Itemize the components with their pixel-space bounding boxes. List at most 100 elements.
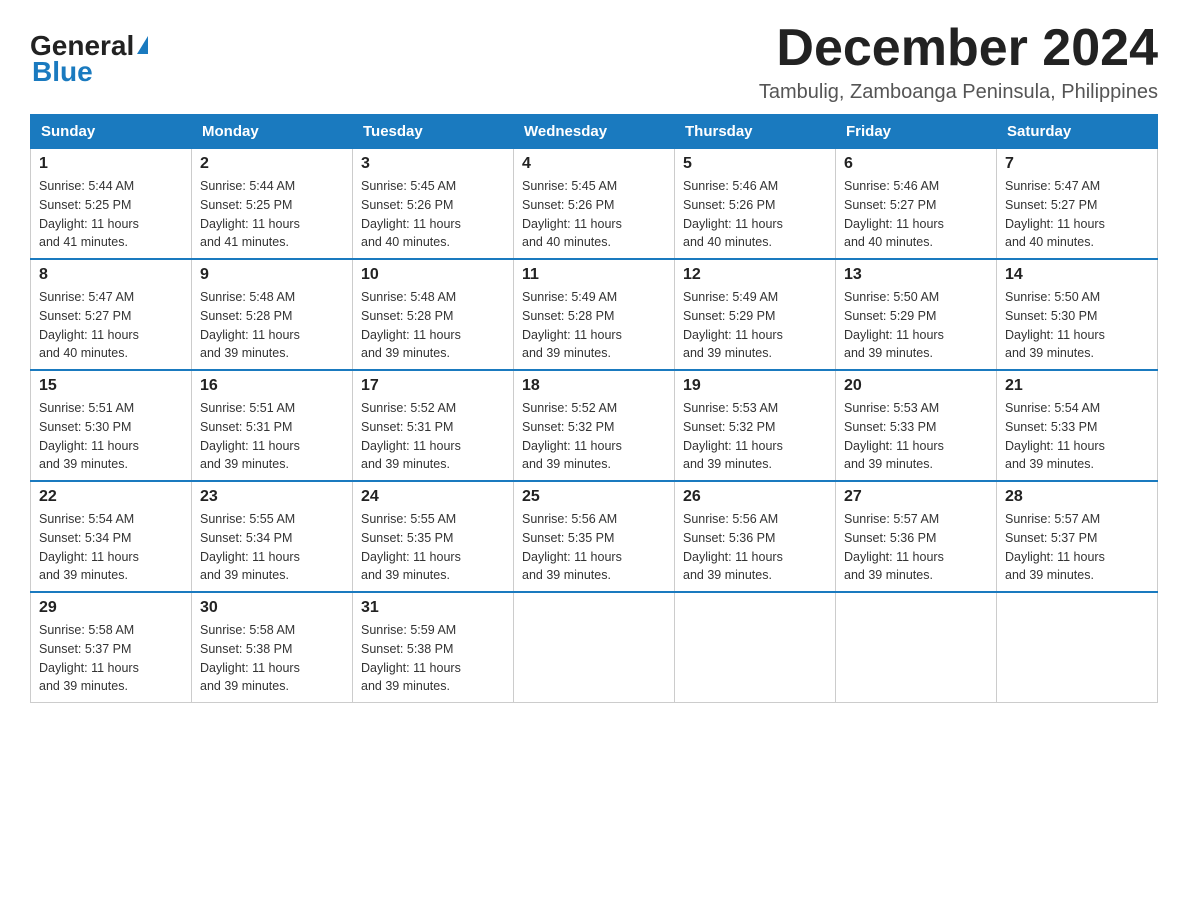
- calendar-cell: 25 Sunrise: 5:56 AMSunset: 5:35 PMDaylig…: [514, 481, 675, 592]
- day-number: 5: [683, 155, 827, 173]
- calendar-cell: 19 Sunrise: 5:53 AMSunset: 5:32 PMDaylig…: [675, 370, 836, 481]
- day-info: Sunrise: 5:44 AMSunset: 5:25 PMDaylight:…: [200, 179, 300, 249]
- day-number: 3: [361, 155, 505, 173]
- day-info: Sunrise: 5:50 AMSunset: 5:29 PMDaylight:…: [844, 290, 944, 360]
- day-info: Sunrise: 5:58 AMSunset: 5:38 PMDaylight:…: [200, 623, 300, 693]
- calendar-cell: 28 Sunrise: 5:57 AMSunset: 5:37 PMDaylig…: [997, 481, 1158, 592]
- calendar-cell: 10 Sunrise: 5:48 AMSunset: 5:28 PMDaylig…: [353, 259, 514, 370]
- day-info: Sunrise: 5:46 AMSunset: 5:26 PMDaylight:…: [683, 179, 783, 249]
- calendar-cell: 14 Sunrise: 5:50 AMSunset: 5:30 PMDaylig…: [997, 259, 1158, 370]
- day-number: 27: [844, 488, 988, 506]
- day-number: 2: [200, 155, 344, 173]
- calendar-cell: 13 Sunrise: 5:50 AMSunset: 5:29 PMDaylig…: [836, 259, 997, 370]
- calendar-cell: 11 Sunrise: 5:49 AMSunset: 5:28 PMDaylig…: [514, 259, 675, 370]
- day-info: Sunrise: 5:57 AMSunset: 5:36 PMDaylight:…: [844, 512, 944, 582]
- day-info: Sunrise: 5:56 AMSunset: 5:36 PMDaylight:…: [683, 512, 783, 582]
- day-info: Sunrise: 5:44 AMSunset: 5:25 PMDaylight:…: [39, 179, 139, 249]
- day-info: Sunrise: 5:50 AMSunset: 5:30 PMDaylight:…: [1005, 290, 1105, 360]
- day-info: Sunrise: 5:46 AMSunset: 5:27 PMDaylight:…: [844, 179, 944, 249]
- day-number: 8: [39, 266, 183, 284]
- calendar-cell: 15 Sunrise: 5:51 AMSunset: 5:30 PMDaylig…: [31, 370, 192, 481]
- calendar-cell: 5 Sunrise: 5:46 AMSunset: 5:26 PMDayligh…: [675, 149, 836, 260]
- day-info: Sunrise: 5:59 AMSunset: 5:38 PMDaylight:…: [361, 623, 461, 693]
- day-number: 14: [1005, 266, 1149, 284]
- logo-arrow-icon: [137, 36, 148, 54]
- calendar-cell: 31 Sunrise: 5:59 AMSunset: 5:38 PMDaylig…: [353, 592, 514, 703]
- day-info: Sunrise: 5:48 AMSunset: 5:28 PMDaylight:…: [200, 290, 300, 360]
- day-info: Sunrise: 5:54 AMSunset: 5:34 PMDaylight:…: [39, 512, 139, 582]
- calendar-cell: 17 Sunrise: 5:52 AMSunset: 5:31 PMDaylig…: [353, 370, 514, 481]
- calendar-cell: 7 Sunrise: 5:47 AMSunset: 5:27 PMDayligh…: [997, 149, 1158, 260]
- day-number: 7: [1005, 155, 1149, 173]
- day-number: 13: [844, 266, 988, 284]
- calendar-cell: 29 Sunrise: 5:58 AMSunset: 5:37 PMDaylig…: [31, 592, 192, 703]
- day-number: 26: [683, 488, 827, 506]
- calendar-cell: [514, 592, 675, 703]
- week-row-2: 8 Sunrise: 5:47 AMSunset: 5:27 PMDayligh…: [31, 259, 1158, 370]
- day-info: Sunrise: 5:52 AMSunset: 5:32 PMDaylight:…: [522, 401, 622, 471]
- day-number: 21: [1005, 377, 1149, 395]
- day-number: 31: [361, 599, 505, 617]
- week-row-4: 22 Sunrise: 5:54 AMSunset: 5:34 PMDaylig…: [31, 481, 1158, 592]
- col-wednesday: Wednesday: [514, 115, 675, 149]
- day-info: Sunrise: 5:47 AMSunset: 5:27 PMDaylight:…: [1005, 179, 1105, 249]
- calendar-cell: 30 Sunrise: 5:58 AMSunset: 5:38 PMDaylig…: [192, 592, 353, 703]
- calendar-cell: 4 Sunrise: 5:45 AMSunset: 5:26 PMDayligh…: [514, 149, 675, 260]
- day-info: Sunrise: 5:45 AMSunset: 5:26 PMDaylight:…: [361, 179, 461, 249]
- week-row-5: 29 Sunrise: 5:58 AMSunset: 5:37 PMDaylig…: [31, 592, 1158, 703]
- week-row-1: 1 Sunrise: 5:44 AMSunset: 5:25 PMDayligh…: [31, 149, 1158, 260]
- day-number: 4: [522, 155, 666, 173]
- day-number: 16: [200, 377, 344, 395]
- calendar-cell: 6 Sunrise: 5:46 AMSunset: 5:27 PMDayligh…: [836, 149, 997, 260]
- page-header: General Blue December 2024 Tambulig, Zam…: [30, 20, 1158, 104]
- day-number: 28: [1005, 488, 1149, 506]
- calendar-cell: 3 Sunrise: 5:45 AMSunset: 5:26 PMDayligh…: [353, 149, 514, 260]
- day-number: 22: [39, 488, 183, 506]
- day-number: 12: [683, 266, 827, 284]
- day-number: 6: [844, 155, 988, 173]
- day-info: Sunrise: 5:47 AMSunset: 5:27 PMDaylight:…: [39, 290, 139, 360]
- day-number: 25: [522, 488, 666, 506]
- calendar-cell: 2 Sunrise: 5:44 AMSunset: 5:25 PMDayligh…: [192, 149, 353, 260]
- col-friday: Friday: [836, 115, 997, 149]
- day-number: 23: [200, 488, 344, 506]
- month-year-title: December 2024: [759, 20, 1158, 77]
- logo: General Blue: [30, 30, 148, 88]
- calendar-cell: 27 Sunrise: 5:57 AMSunset: 5:36 PMDaylig…: [836, 481, 997, 592]
- day-number: 11: [522, 266, 666, 284]
- col-tuesday: Tuesday: [353, 115, 514, 149]
- calendar-cell: 24 Sunrise: 5:55 AMSunset: 5:35 PMDaylig…: [353, 481, 514, 592]
- day-number: 19: [683, 377, 827, 395]
- day-number: 30: [200, 599, 344, 617]
- day-info: Sunrise: 5:55 AMSunset: 5:35 PMDaylight:…: [361, 512, 461, 582]
- calendar-cell: [997, 592, 1158, 703]
- day-info: Sunrise: 5:52 AMSunset: 5:31 PMDaylight:…: [361, 401, 461, 471]
- day-info: Sunrise: 5:58 AMSunset: 5:37 PMDaylight:…: [39, 623, 139, 693]
- calendar-cell: 21 Sunrise: 5:54 AMSunset: 5:33 PMDaylig…: [997, 370, 1158, 481]
- col-monday: Monday: [192, 115, 353, 149]
- day-number: 9: [200, 266, 344, 284]
- day-number: 17: [361, 377, 505, 395]
- day-info: Sunrise: 5:54 AMSunset: 5:33 PMDaylight:…: [1005, 401, 1105, 471]
- day-number: 18: [522, 377, 666, 395]
- day-info: Sunrise: 5:49 AMSunset: 5:29 PMDaylight:…: [683, 290, 783, 360]
- day-info: Sunrise: 5:53 AMSunset: 5:32 PMDaylight:…: [683, 401, 783, 471]
- calendar-cell: 23 Sunrise: 5:55 AMSunset: 5:34 PMDaylig…: [192, 481, 353, 592]
- calendar-table: Sunday Monday Tuesday Wednesday Thursday…: [30, 114, 1158, 703]
- calendar-cell: 16 Sunrise: 5:51 AMSunset: 5:31 PMDaylig…: [192, 370, 353, 481]
- calendar-cell: [675, 592, 836, 703]
- title-block: December 2024 Tambulig, Zamboanga Penins…: [759, 20, 1158, 104]
- calendar-cell: 26 Sunrise: 5:56 AMSunset: 5:36 PMDaylig…: [675, 481, 836, 592]
- day-info: Sunrise: 5:57 AMSunset: 5:37 PMDaylight:…: [1005, 512, 1105, 582]
- day-number: 20: [844, 377, 988, 395]
- header-row: Sunday Monday Tuesday Wednesday Thursday…: [31, 115, 1158, 149]
- day-info: Sunrise: 5:49 AMSunset: 5:28 PMDaylight:…: [522, 290, 622, 360]
- calendar-cell: 12 Sunrise: 5:49 AMSunset: 5:29 PMDaylig…: [675, 259, 836, 370]
- day-number: 24: [361, 488, 505, 506]
- week-row-3: 15 Sunrise: 5:51 AMSunset: 5:30 PMDaylig…: [31, 370, 1158, 481]
- calendar-cell: [836, 592, 997, 703]
- calendar-cell: 22 Sunrise: 5:54 AMSunset: 5:34 PMDaylig…: [31, 481, 192, 592]
- calendar-cell: 1 Sunrise: 5:44 AMSunset: 5:25 PMDayligh…: [31, 149, 192, 260]
- day-number: 29: [39, 599, 183, 617]
- calendar-cell: 18 Sunrise: 5:52 AMSunset: 5:32 PMDaylig…: [514, 370, 675, 481]
